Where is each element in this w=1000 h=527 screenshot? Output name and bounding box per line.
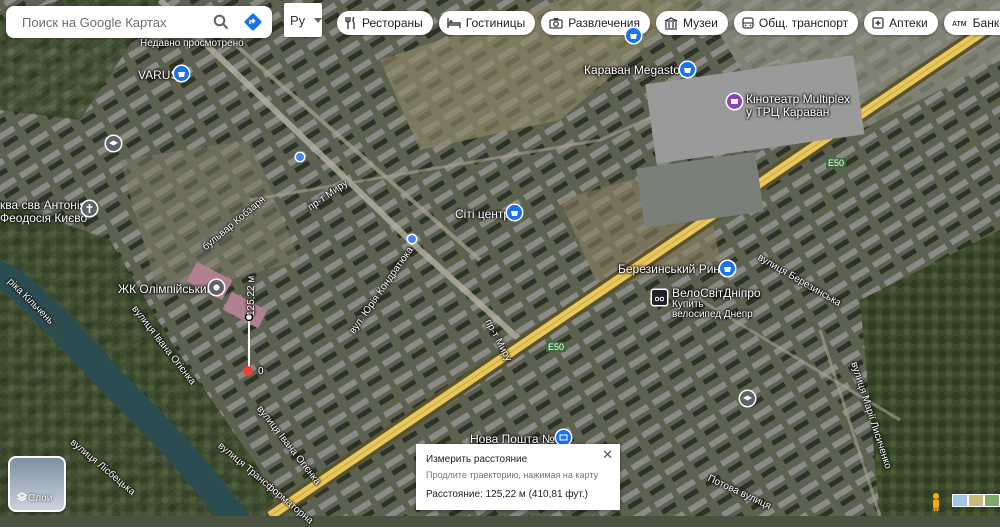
layers-label: Слои [28,493,53,504]
map-label-church-2: Феодосія Києво [0,211,88,225]
transit-stop-icon[interactable] [296,153,304,161]
map-label-karavan[interactable]: Караван Megastore [584,63,691,77]
measure-distance-card: Измерить расстояние Продлите траекторию,… [416,444,620,510]
transit-stop-icon[interactable] [408,235,416,243]
shopping-icon[interactable] [680,62,695,77]
chip-pharmacies[interactable]: Аптеки [864,11,938,35]
shopping-icon[interactable] [720,261,735,276]
map-label-berezinsky[interactable]: Березинський Ринок [618,262,732,276]
school-icon[interactable] [740,391,755,406]
language-select[interactable]: Ру [284,3,323,37]
search-box[interactable] [6,6,272,38]
restaurant-icon [345,17,357,29]
museum-icon [664,16,678,30]
chip-transit[interactable]: Общ. транспорт [733,11,859,35]
building-icon[interactable] [209,280,224,295]
search-input[interactable] [20,13,208,31]
shopping-icon[interactable] [507,205,522,220]
highway-shield: E50 [826,158,847,168]
close-icon[interactable]: ✕ [602,447,613,463]
imagery-thumbnail[interactable] [968,494,984,507]
chip-museums[interactable]: Музеи [655,11,728,35]
shopping-icon[interactable] [626,28,641,43]
layers-button[interactable]: Слои [8,456,66,512]
bicycle-shop-icon[interactable] [652,290,667,305]
chip-label: Гостиницы [465,16,526,30]
imagery-thumbnail[interactable] [984,494,1000,507]
measure-start-label: 0 [258,366,264,377]
chevron-down-icon [314,17,323,23]
school-icon[interactable] [106,136,121,151]
map-label-multiplex[interactable]: Кінотеатр Multiplex [746,92,850,106]
imagery-thumbnail[interactable] [952,494,968,507]
directions-icon[interactable] [240,9,266,35]
chip-hotels[interactable]: Гостиницы [438,11,536,35]
chip-label: Музеи [682,16,718,30]
map-label-olimp[interactable]: ЖК Олімпійський [118,282,213,296]
search-icon[interactable] [208,9,234,35]
camera-icon [549,17,563,29]
mail-icon[interactable] [556,430,571,445]
church-icon[interactable] [82,201,97,216]
language-value: Ру [290,12,306,28]
map-label-velo[interactable]: ВелоСвітДніпро [672,286,761,300]
svg-text:ATM: ATM [952,21,967,28]
map-label-city-center[interactable]: Сіті центр [455,207,510,221]
measure-card-distance: Расстояние: 125,22 м (410,81 фут.) [426,489,588,500]
chip-restaurants[interactable]: Рестораны [337,11,433,35]
map-label-varus[interactable]: VARUS [138,68,178,82]
atm-icon: ATM [952,18,968,28]
measure-card-hint: Продлите траекторию, нажимая на карту [426,470,599,480]
hotel-icon [447,17,461,29]
chip-label: Рестораны [362,16,423,30]
highway-shield: E50 [546,342,567,352]
layers-icon [17,492,27,502]
chip-label: Общ. транспорт [758,16,849,30]
pharmacy-icon [872,17,884,29]
map-label-velo-sub: велосипед Днепр [672,309,753,320]
map-label-multiplex-sub: у ТРЦ Караван [746,105,830,119]
measure-card-title: Измерить расстояние [426,454,528,465]
category-chips: Рестораны Гостиницы Развлечения Музеи Об… [337,11,1000,35]
map-label-recent: Недавно просмотрено [140,38,244,49]
chip-label: Аптеки [889,16,928,30]
cinema-icon[interactable] [727,94,742,109]
pegman-icon[interactable] [930,492,942,512]
bus-icon [742,16,754,30]
shopping-icon[interactable] [174,66,189,81]
measure-distance-label: 125,22 м [246,275,257,316]
map-label-church-1[interactable]: ква свв Антонія [0,198,86,212]
chip-atms[interactable]: ATM Банкоматы [943,11,1000,35]
chip-label: Банкоматы [972,16,1000,30]
